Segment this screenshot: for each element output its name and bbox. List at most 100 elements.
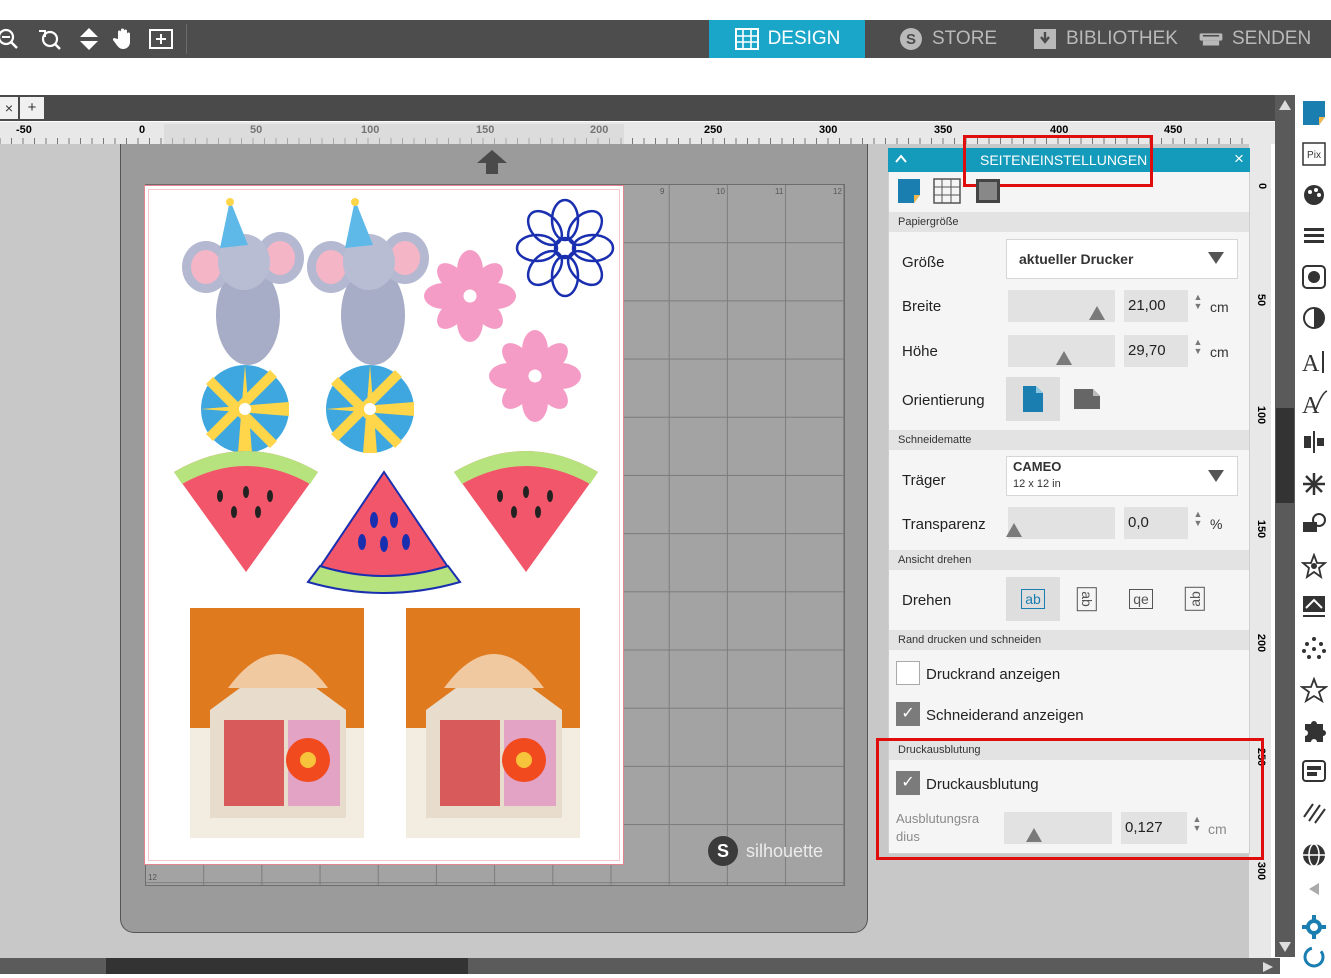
refresh-icon[interactable]	[1300, 944, 1328, 972]
vertical-scrollbar[interactable]	[1275, 95, 1295, 957]
tab-send[interactable]: SENDEN	[1198, 20, 1311, 58]
tab-store[interactable]: S STORE	[898, 20, 997, 58]
zoom-out-icon[interactable]	[0, 27, 20, 51]
star-outline-icon[interactable]	[1299, 676, 1329, 705]
tab-send-label: SENDEN	[1232, 28, 1312, 49]
rotate-270-button[interactable]: ab	[1168, 577, 1222, 621]
align-icon[interactable]	[1300, 430, 1328, 458]
library-sphere-icon[interactable]	[1300, 842, 1328, 870]
transparency-stepper[interactable]: ▲ ▼	[1193, 510, 1203, 528]
horizontal-scroll-thumb[interactable]	[106, 958, 468, 974]
zoom-select-icon[interactable]	[36, 27, 61, 51]
watermelon-slice-icon	[306, 470, 462, 594]
width-input[interactable]: 21,00	[1124, 290, 1188, 322]
ruler-label: 450	[1164, 124, 1183, 136]
collapse-chevron-icon[interactable]	[894, 149, 908, 172]
gift-box-photo	[406, 608, 580, 838]
collapse-left-icon[interactable]	[1300, 875, 1328, 903]
ruler-label: 300	[819, 124, 838, 136]
replicate-icon[interactable]	[1300, 471, 1328, 499]
nesting-icon[interactable]	[1300, 759, 1328, 787]
show-cut-border-checkbox[interactable]: ✓	[896, 702, 920, 726]
transparency-unit: %	[1210, 516, 1223, 532]
rotate-0-button[interactable]: ab	[1006, 577, 1060, 621]
height-slider[interactable]	[1008, 335, 1115, 367]
scroll-up-icon[interactable]	[1278, 98, 1292, 116]
height-unit: cm	[1210, 344, 1229, 360]
scroll-right-icon[interactable]	[1262, 960, 1274, 978]
background-tab-icon[interactable]	[975, 178, 1001, 209]
transparency-slider[interactable]	[1006, 507, 1115, 539]
ruler-label: 150	[1255, 519, 1268, 539]
ruler-label: 300	[1255, 861, 1268, 881]
hand-icon[interactable]	[112, 27, 136, 51]
ruler-label: -50	[16, 124, 32, 136]
grid-number: 12	[833, 187, 842, 196]
close-icon[interactable]: ×	[1234, 149, 1244, 169]
orientation-landscape-button[interactable]	[1060, 377, 1114, 421]
height-stepper[interactable]: ▲ ▼	[1193, 338, 1203, 356]
svg-text:S: S	[906, 31, 916, 48]
show-print-border-checkbox[interactable]	[896, 661, 920, 685]
grid-number: 12	[148, 873, 157, 882]
add-tab-button[interactable]: +	[20, 97, 44, 119]
height-input[interactable]: 29,70	[1124, 335, 1188, 367]
toolbar-separator	[186, 24, 187, 54]
rotate-180-button[interactable]: qe	[1114, 577, 1168, 621]
section-paper-size: Papiergröße	[889, 212, 1249, 232]
silhouette-s-icon: S	[708, 836, 738, 866]
fill-palette-icon[interactable]	[1300, 183, 1328, 211]
width-slider[interactable]	[1008, 290, 1115, 322]
section-cutting-mat: Schneidematte	[889, 430, 1249, 450]
transform-icon[interactable]	[1300, 512, 1328, 540]
pixscan-icon[interactable]: Pix	[1300, 142, 1328, 170]
watermelon-slice-icon	[454, 451, 598, 572]
tab-design[interactable]: DESIGN	[709, 20, 865, 58]
gift-box-photo	[190, 608, 364, 838]
line-style-icon[interactable]	[1300, 224, 1328, 252]
grid-number: 10	[716, 187, 725, 196]
vertical-scroll-thumb[interactable]	[1276, 408, 1294, 503]
hatch-fill-icon[interactable]	[1300, 800, 1328, 828]
send-machine-icon	[1198, 28, 1224, 50]
design-grid-icon	[734, 28, 760, 50]
rotate-90-button[interactable]: ab	[1060, 577, 1114, 621]
transparency-input[interactable]: 0,0	[1124, 507, 1188, 539]
star-favorite-icon[interactable]	[1300, 552, 1328, 581]
width-stepper[interactable]: ▲ ▼	[1193, 293, 1203, 311]
close-tab-button[interactable]: ×	[0, 97, 18, 119]
ruler-label: 50	[1255, 293, 1268, 307]
text-style-icon[interactable]: A	[1300, 347, 1328, 377]
tab-library[interactable]: BIBLIOTHEK	[1032, 20, 1178, 58]
grid-number: 11	[775, 187, 784, 196]
svg-text:A: A	[1302, 351, 1320, 375]
design-artwork[interactable]	[148, 190, 620, 860]
size-select[interactable]: aktueller Drucker	[1006, 239, 1238, 279]
tab-library-label: BIBLIOTHEK	[1066, 28, 1178, 49]
grid-tab-icon[interactable]	[933, 178, 961, 209]
text-path-icon[interactable]: A	[1300, 389, 1328, 419]
trace-icon[interactable]	[1300, 594, 1328, 622]
carrier-select[interactable]: CAMEO 12 x 12 in	[1006, 456, 1238, 496]
store-s-icon: S	[898, 28, 924, 50]
portrait-page-icon	[1023, 386, 1043, 412]
watermelon-slice-icon	[174, 451, 318, 572]
settings-gear-icon[interactable]	[1300, 914, 1328, 942]
pink-flower-icon	[489, 330, 581, 422]
orientation-portrait-button[interactable]	[1006, 377, 1060, 421]
ruler-label: 0	[1256, 182, 1269, 190]
puzzle-icon[interactable]	[1300, 718, 1328, 746]
page-setup-tab-icon[interactable]	[897, 178, 921, 209]
section-print-cut-border: Rand drucken und schneiden	[889, 630, 1249, 650]
landscape-page-icon	[1074, 389, 1100, 409]
image-effects-icon[interactable]	[1300, 265, 1328, 293]
orientation-label: Orientierung	[902, 392, 985, 409]
rotate-label: Drehen	[902, 592, 952, 609]
transparency-label: Transparenz	[902, 516, 986, 533]
page-setup-icon[interactable]	[1300, 100, 1328, 128]
pan-arrows-icon[interactable]	[74, 27, 98, 51]
sketch-dots-icon[interactable]	[1300, 636, 1328, 664]
scroll-down-icon[interactable]	[1278, 940, 1292, 958]
contrast-icon[interactable]	[1300, 306, 1328, 334]
fit-page-icon[interactable]	[148, 27, 173, 51]
